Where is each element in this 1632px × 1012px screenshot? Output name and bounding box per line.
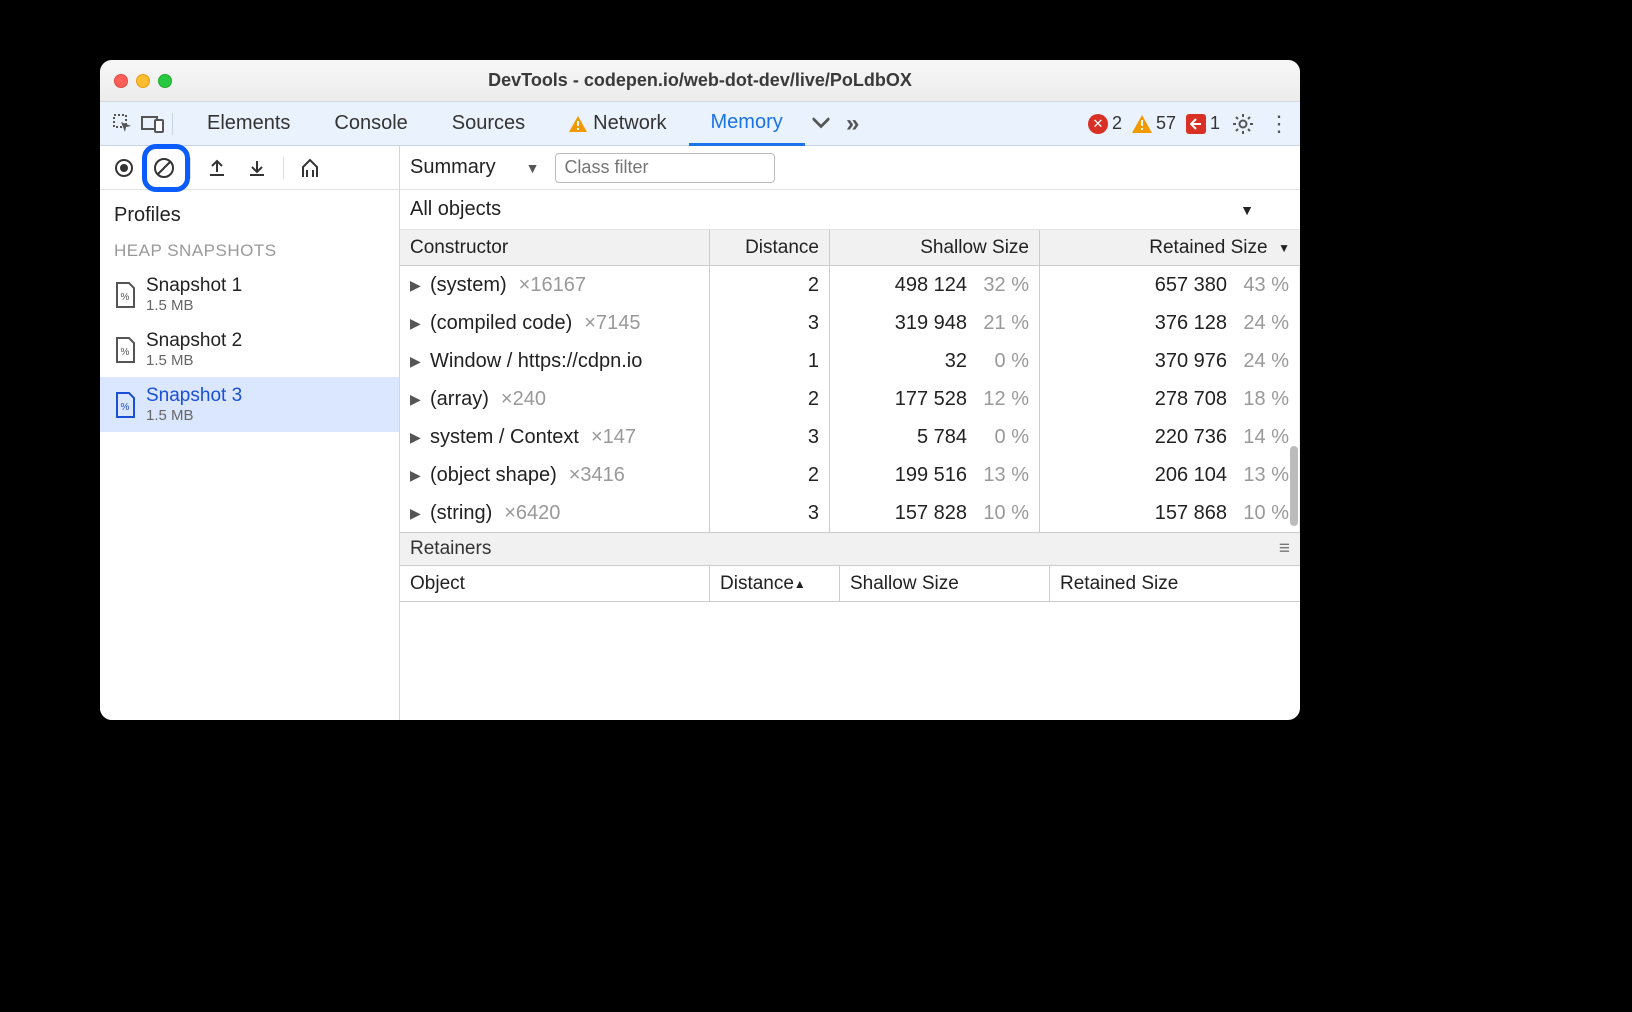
- snapshot-size: 1.5 MB: [146, 297, 242, 314]
- caret-down-icon: ▼: [1240, 202, 1254, 218]
- retainers-label: Retainers: [410, 538, 491, 560]
- issues-count: 1: [1210, 113, 1220, 134]
- view-label: Summary: [410, 156, 496, 179]
- svg-text:%: %: [121, 292, 130, 303]
- error-icon: ✕: [1088, 114, 1108, 134]
- table-row[interactable]: ▶(string)×6420 3 157 82810 % 157 86810 %: [400, 494, 1300, 532]
- view-dropdown[interactable]: Summary ▼: [410, 156, 539, 179]
- snapshot-item[interactable]: % Snapshot 3 1.5 MB: [100, 377, 399, 432]
- warning-icon: [569, 116, 587, 132]
- settings-button[interactable]: [1230, 113, 1256, 135]
- device-toggle-icon[interactable]: [138, 109, 168, 139]
- issues-icon: [1186, 114, 1206, 134]
- class-filter-input[interactable]: [555, 153, 775, 183]
- profiles-sidebar: Profiles HEAP SNAPSHOTS % Snapshot 1 1.5…: [100, 146, 400, 720]
- maximize-button[interactable]: [158, 74, 172, 88]
- svg-text:%: %: [121, 347, 130, 358]
- col-distance[interactable]: Distance: [710, 230, 830, 265]
- snapshot-item[interactable]: % Snapshot 1 1.5 MB: [100, 267, 399, 322]
- more-tabs-button[interactable]: [805, 117, 837, 131]
- close-button[interactable]: [114, 74, 128, 88]
- clear-button[interactable]: [146, 150, 182, 186]
- inspect-icon[interactable]: [108, 109, 138, 139]
- heap-snapshots-label: HEAP SNAPSHOTS: [100, 235, 399, 267]
- sidebar-toolbar: [100, 146, 399, 190]
- download-button[interactable]: [239, 150, 275, 186]
- snapshot-size: 1.5 MB: [146, 352, 242, 369]
- tab-network[interactable]: Network: [547, 102, 688, 146]
- table-header: Constructor Distance Shallow Size Retain…: [400, 230, 1300, 266]
- snapshot-icon: %: [114, 337, 136, 363]
- main-panel: Summary ▼ All objects ▼ Constructor Dist…: [400, 146, 1300, 720]
- warnings-badge[interactable]: 57: [1132, 113, 1176, 134]
- snapshot-item[interactable]: % Snapshot 2 1.5 MB: [100, 322, 399, 377]
- warning-icon: [1132, 115, 1152, 133]
- errors-count: 2: [1112, 113, 1122, 134]
- titlebar: DevTools - codepen.io/web-dot-dev/live/P…: [100, 60, 1300, 102]
- record-button[interactable]: [106, 150, 142, 186]
- retainers-body: [400, 602, 1300, 720]
- snapshot-name: Snapshot 1: [146, 275, 242, 297]
- table-row[interactable]: ▶(system)×16167 2 498 12432 % 657 38043 …: [400, 266, 1300, 304]
- errors-badge[interactable]: ✕ 2: [1088, 113, 1122, 134]
- tab-sources[interactable]: Sources: [430, 102, 547, 146]
- table-row[interactable]: ▶(compiled code)×7145 3 319 94821 % 376 …: [400, 304, 1300, 342]
- col-object[interactable]: Object: [400, 566, 710, 601]
- table-body: ▶(system)×16167 2 498 12432 % 657 38043 …: [400, 266, 1300, 532]
- table-row[interactable]: ▶(array)×240 2 177 52812 % 278 70818 %: [400, 380, 1300, 418]
- caret-down-icon: ▼: [526, 160, 540, 176]
- filter-bar: Summary ▼: [400, 146, 1300, 190]
- scope-label: All objects: [410, 198, 501, 221]
- tab-elements[interactable]: Elements: [185, 102, 312, 146]
- snapshot-icon: %: [114, 282, 136, 308]
- more-tabs-icon[interactable]: »: [837, 110, 869, 138]
- table-row[interactable]: ▶Window / https://cdpn.io 1 320 % 370 97…: [400, 342, 1300, 380]
- tab-memory[interactable]: Memory: [689, 102, 805, 146]
- window-title: DevTools - codepen.io/web-dot-dev/live/P…: [100, 70, 1300, 91]
- upload-button[interactable]: [199, 150, 235, 186]
- snapshot-name: Snapshot 3: [146, 385, 242, 407]
- scope-bar[interactable]: All objects ▼: [400, 190, 1300, 230]
- col-shallow[interactable]: Shallow Size: [840, 566, 1050, 601]
- col-constructor[interactable]: Constructor: [400, 230, 710, 265]
- scrollbar[interactable]: [1290, 446, 1298, 526]
- retainers-header: Retainers ≡: [400, 532, 1300, 566]
- gc-button[interactable]: [292, 150, 328, 186]
- snapshot-icon: %: [114, 392, 136, 418]
- snapshot-name: Snapshot 2: [146, 330, 242, 352]
- issues-badge[interactable]: 1: [1186, 113, 1220, 134]
- minimize-button[interactable]: [136, 74, 150, 88]
- col-retained[interactable]: Retained Size ▼: [1040, 230, 1300, 265]
- retainers-menu-icon[interactable]: ≡: [1279, 538, 1290, 560]
- traffic-lights: [114, 74, 172, 88]
- main-tabbar: Elements Console Sources Network Memory …: [100, 102, 1300, 146]
- tab-console[interactable]: Console: [312, 102, 429, 146]
- snapshot-size: 1.5 MB: [146, 407, 242, 424]
- profiles-heading: Profiles: [100, 190, 399, 235]
- table-row[interactable]: ▶system / Context×147 3 5 7840 % 220 736…: [400, 418, 1300, 456]
- table-row[interactable]: ▶(object shape)×3416 2 199 51613 % 206 1…: [400, 456, 1300, 494]
- retainers-columns: Object Distance▲ Shallow Size Retained S…: [400, 566, 1300, 602]
- kebab-menu-button[interactable]: ⋮: [1266, 111, 1292, 137]
- svg-text:%: %: [121, 402, 130, 413]
- col-retained[interactable]: Retained Size: [1050, 566, 1300, 601]
- warnings-count: 57: [1156, 113, 1176, 134]
- devtools-window: DevTools - codepen.io/web-dot-dev/live/P…: [100, 60, 1300, 720]
- col-distance[interactable]: Distance▲: [710, 566, 840, 601]
- col-shallow[interactable]: Shallow Size: [830, 230, 1040, 265]
